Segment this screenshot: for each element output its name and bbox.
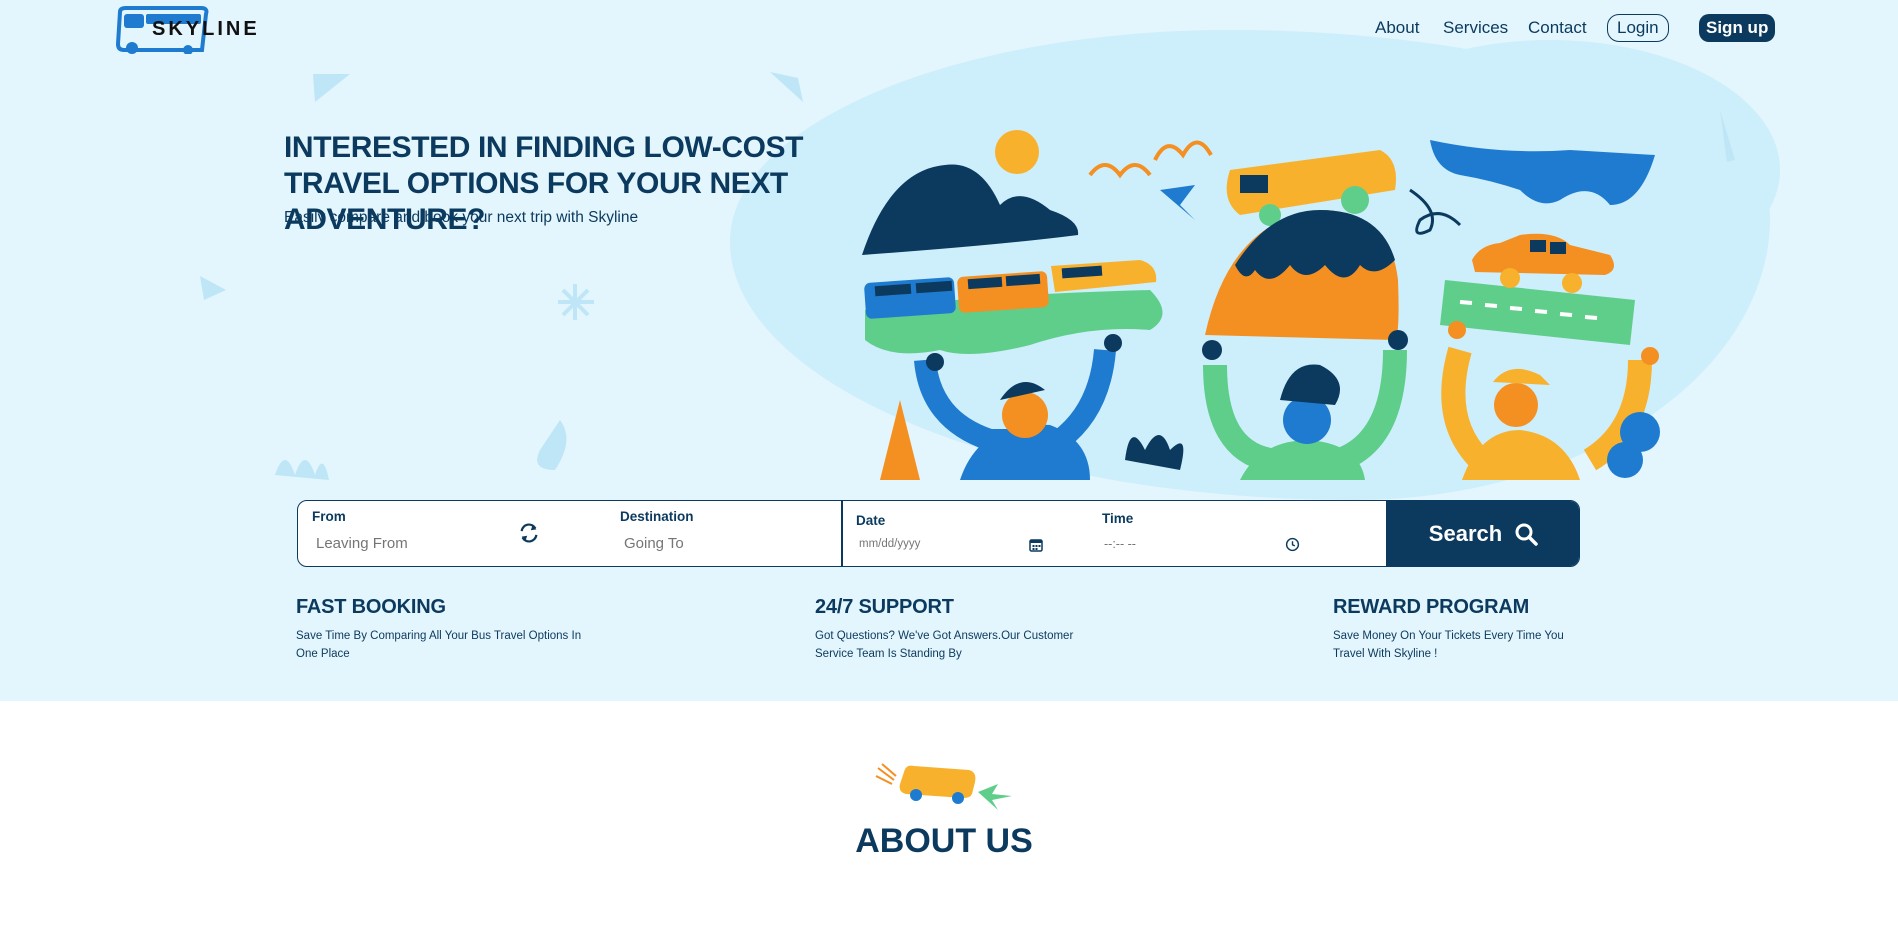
swap-locations-icon[interactable]: [518, 522, 540, 544]
feature-support: 24/7 SUPPORT Got Questions? We've Got An…: [815, 596, 1105, 663]
brand-name: SKYLINE: [152, 18, 260, 40]
nav-about-link[interactable]: About: [1375, 14, 1419, 42]
from-label: From: [312, 509, 346, 524]
feature-title: FAST BOOKING: [296, 596, 446, 618]
calendar-icon[interactable]: [1029, 538, 1043, 552]
search-icon: [1515, 523, 1538, 546]
hero-travel-illustration: [862, 130, 1660, 480]
feature-title: 24/7 SUPPORT: [815, 596, 954, 618]
hero-section: SKYLINE About Services Contact Login Sig…: [0, 0, 1898, 701]
nav-contact-link[interactable]: Contact: [1528, 14, 1587, 42]
trip-search-form: From Destination Date Time Search: [297, 500, 1580, 567]
feature-fast-booking: FAST BOOKING Save Time By Comparing All …: [296, 596, 586, 663]
about-us-heading: ABOUT US: [855, 822, 1033, 860]
login-button[interactable]: Login: [1607, 14, 1669, 42]
destination-label: Destination: [620, 509, 694, 524]
search-divider: [841, 501, 843, 566]
bus-icon: [875, 763, 1012, 810]
feature-title: REWARD PROGRAM: [1333, 596, 1530, 618]
feature-text: Save Money On Your Tickets Every Time Yo…: [1333, 630, 1564, 660]
feature-reward-program: REWARD PROGRAM Save Money On Your Ticket…: [1333, 596, 1593, 663]
feature-text: Got Questions? We've Got Answers.Our Cus…: [815, 630, 1074, 660]
destination-input[interactable]: [624, 531, 804, 555]
date-input[interactable]: [859, 533, 1019, 555]
feature-text: Save Time By Comparing All Your Bus Trav…: [296, 630, 582, 660]
from-input[interactable]: [316, 531, 496, 555]
search-button[interactable]: Search: [1386, 501, 1579, 566]
hero-subline: Easily compare and book your next trip w…: [284, 209, 639, 226]
clock-icon[interactable]: [1285, 537, 1300, 552]
time-input[interactable]: [1104, 533, 1264, 555]
time-label: Time: [1102, 511, 1134, 526]
nav-services-link[interactable]: Services: [1443, 14, 1508, 42]
date-label: Date: [856, 513, 886, 528]
signup-button[interactable]: Sign up: [1699, 14, 1776, 42]
search-button-label: Search: [1428, 520, 1503, 546]
